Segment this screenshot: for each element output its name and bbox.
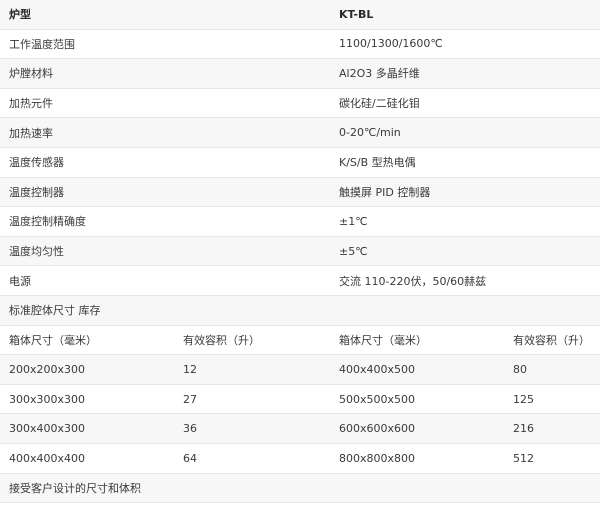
spec-row: 加热速率 0-20℃/min [0, 117, 600, 148]
footer-note-row: 接受客户设计的尺寸和体积 [0, 472, 600, 504]
spec-value: ±5℃ [330, 235, 600, 266]
chamber-size-cell: 800x800x800 [330, 442, 504, 473]
spec-row: 温度控制精确度 ±1℃ [0, 206, 600, 237]
spec-label: 加热元件 [0, 87, 330, 118]
chamber-volume-cell: 12 [174, 354, 330, 385]
chamber-size-cell: 500x500x500 [330, 383, 504, 414]
spec-row: 温度均匀性 ±5℃ [0, 235, 600, 266]
spec-value: ±1℃ [330, 206, 600, 237]
chamber-section-title-row: 标准腔体尺寸 库存 [0, 294, 600, 326]
chamber-size-cell: 600x600x600 [330, 413, 504, 444]
spec-row: 炉膛材料 Al2O3 多晶纤维 [0, 58, 600, 89]
spec-value: 0-20℃/min [330, 117, 600, 148]
furnace-type-label: 炉型 [0, 0, 330, 30]
spec-row: 电源 交流 110-220伏，50/60赫兹 [0, 265, 600, 296]
chamber-volume-cell: 216 [504, 413, 600, 444]
chamber-row: 300x400x300 36 600x600x600 216 [0, 413, 600, 444]
spec-row: 温度传感器 K/S/B 型热电偶 [0, 146, 600, 178]
chamber-header-row: 箱体尺寸（毫米） 有效容积（升） 箱体尺寸（毫米） 有效容积（升） [0, 324, 600, 355]
chamber-volume-cell: 27 [174, 383, 330, 414]
spec-value: 交流 110-220伏，50/60赫兹 [330, 265, 600, 296]
chamber-row: 400x400x400 64 800x800x800 512 [0, 442, 600, 473]
chamber-row: 200x200x300 12 400x400x500 80 [0, 354, 600, 385]
chamber-col-header: 箱体尺寸（毫米） [330, 324, 504, 355]
chamber-section-title: 标准腔体尺寸 库存 [0, 294, 600, 326]
chamber-size-cell: 400x400x400 [0, 442, 174, 473]
spec-label: 温度传感器 [0, 146, 330, 178]
spec-label: 加热速率 [0, 117, 330, 148]
spec-row: 工作温度范围 1100/1300/1600℃ [0, 28, 600, 59]
footer-note: 接受客户设计的尺寸和体积 [0, 472, 600, 504]
chamber-col-header: 有效容积（升） [174, 324, 330, 355]
chamber-size-cell: 400x400x500 [330, 354, 504, 385]
spec-label: 工作温度范围 [0, 28, 330, 59]
chamber-size-cell: 200x200x300 [0, 354, 174, 385]
spec-label: 温度均匀性 [0, 235, 330, 266]
furnace-type-value: KT-BL [330, 0, 600, 30]
chamber-volume-cell: 36 [174, 413, 330, 444]
table-header-row: 炉型 KT-BL [0, 0, 600, 30]
spec-label: 炉膛材料 [0, 58, 330, 89]
spec-value: Al2O3 多晶纤维 [330, 58, 600, 89]
chamber-volume-cell: 125 [504, 383, 600, 414]
chamber-volume-cell: 64 [174, 442, 330, 473]
spec-value: 碳化硅/二硅化钼 [330, 87, 600, 118]
chamber-volume-cell: 80 [504, 354, 600, 385]
spec-value: 触摸屏 PID 控制器 [330, 176, 600, 207]
chamber-col-header: 有效容积（升） [504, 324, 600, 355]
spec-label: 电源 [0, 265, 330, 296]
spec-value: K/S/B 型热电偶 [330, 146, 600, 178]
spec-row: 加热元件 碳化硅/二硅化钼 [0, 87, 600, 118]
spec-label: 温度控制器 [0, 176, 330, 207]
spec-label: 温度控制精确度 [0, 206, 330, 237]
spec-row: 温度控制器 触摸屏 PID 控制器 [0, 176, 600, 207]
spec-table: 炉型 KT-BL 工作温度范围 1100/1300/1600℃ 炉膛材料 Al2… [0, 0, 600, 504]
chamber-row: 300x300x300 27 500x500x500 125 [0, 383, 600, 414]
spec-value: 1100/1300/1600℃ [330, 28, 600, 59]
chamber-volume-cell: 512 [504, 442, 600, 473]
chamber-size-cell: 300x400x300 [0, 413, 174, 444]
chamber-col-header: 箱体尺寸（毫米） [0, 324, 174, 355]
chamber-size-cell: 300x300x300 [0, 383, 174, 414]
